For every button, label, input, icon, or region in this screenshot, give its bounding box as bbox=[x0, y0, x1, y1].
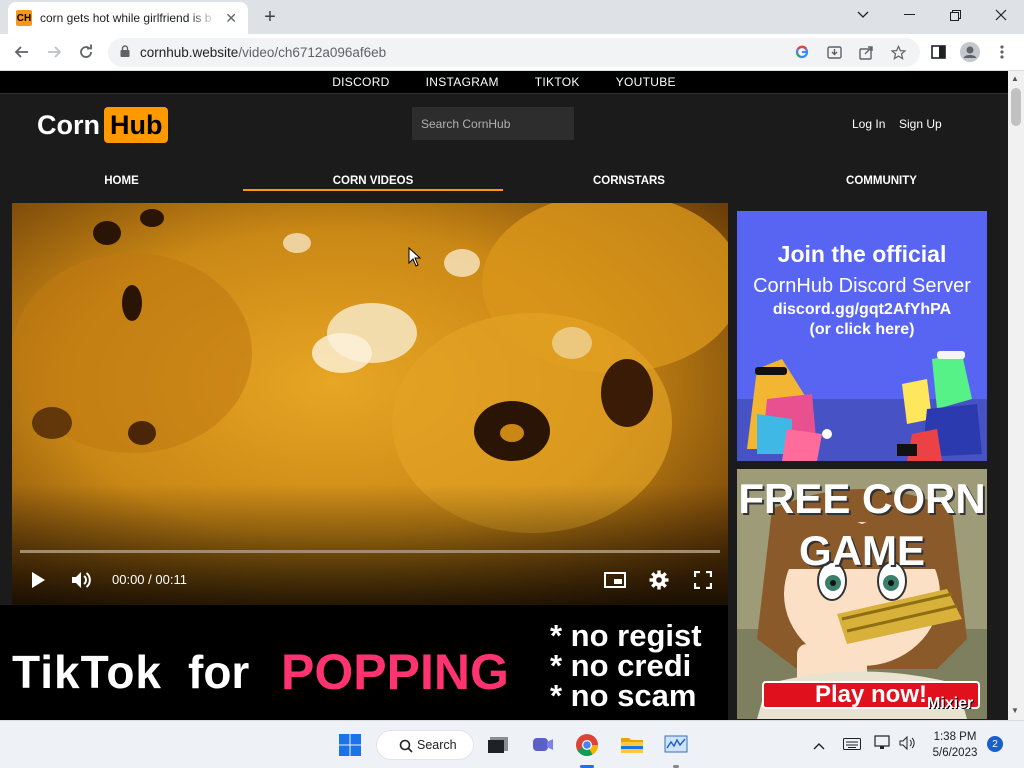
lock-icon[interactable] bbox=[120, 45, 130, 60]
taskbar-clock[interactable]: 1:38 PM 5/6/2023 bbox=[924, 729, 986, 761]
picture-in-picture-icon[interactable] bbox=[602, 569, 628, 591]
chrome-taskbar-icon[interactable] bbox=[571, 729, 603, 768]
url-text: cornhub.website/video/ch6712a096af6eb bbox=[140, 45, 386, 60]
discord-ad[interactable]: Join the official CornHub Discord Server… bbox=[737, 211, 987, 461]
nav-home[interactable]: HOME bbox=[0, 170, 243, 192]
tiktok-link[interactable]: TIKTOK bbox=[535, 75, 580, 89]
site-header: Corn Hub Search CornHub Log In Sign Up H… bbox=[0, 93, 1008, 213]
video-player[interactable]: 00:00 / 00:11 bbox=[12, 203, 728, 605]
chrome-menu-icon[interactable] bbox=[992, 42, 1012, 62]
web-page: DISCORD INSTAGRAM TIKTOK YOUTUBE Corn Hu… bbox=[0, 71, 1008, 720]
banner-tiktok-text: TikTok bbox=[12, 646, 162, 698]
back-arrow-icon[interactable] bbox=[8, 38, 36, 66]
google-icon[interactable] bbox=[792, 42, 812, 62]
ad2-line2: GAME bbox=[799, 527, 925, 574]
ad2-headline: FREE CORN GAME bbox=[737, 473, 987, 577]
url-host: cornhub.website bbox=[140, 45, 239, 60]
fullscreen-icon[interactable] bbox=[691, 569, 715, 591]
taskbar-search-label: Search bbox=[417, 738, 457, 752]
active-nav-underline bbox=[243, 189, 503, 191]
site-favicon: CH bbox=[16, 10, 32, 26]
clock-date: 5/6/2023 bbox=[932, 747, 978, 759]
show-hidden-icons-chevron-icon[interactable] bbox=[813, 737, 829, 753]
file-explorer-icon[interactable] bbox=[616, 729, 648, 761]
instagram-link[interactable]: INSTAGRAM bbox=[426, 75, 499, 89]
banner-bullet: * no regist bbox=[550, 618, 702, 653]
banner-popping-text: POPPING bbox=[281, 644, 509, 700]
minimize-button[interactable] bbox=[886, 0, 932, 30]
scrollbar-thumb[interactable] bbox=[1011, 88, 1021, 126]
settings-gear-icon[interactable] bbox=[647, 568, 671, 592]
ad1-line4: (or click here) bbox=[809, 321, 915, 338]
discord-link[interactable]: DISCORD bbox=[332, 75, 389, 89]
monitor-app-icon[interactable] bbox=[660, 729, 692, 768]
video-time: 00:00 / 00:11 bbox=[112, 572, 187, 587]
discord-characters-illustration bbox=[737, 351, 987, 461]
volume-tray-icon[interactable] bbox=[899, 735, 917, 756]
install-app-icon[interactable] bbox=[824, 42, 844, 62]
nav-cornstars[interactable]: CORNSTARS bbox=[503, 170, 755, 192]
bookmark-star-icon[interactable] bbox=[888, 42, 908, 62]
logo-text-corn: Corn bbox=[37, 109, 100, 140]
restore-button[interactable] bbox=[932, 0, 978, 30]
task-view-icon[interactable] bbox=[482, 729, 514, 761]
login-link[interactable]: Log In bbox=[852, 117, 885, 131]
notification-badge[interactable]: 2 bbox=[987, 736, 1003, 752]
tab-title: corn gets hot while girlfriend is b bbox=[40, 11, 212, 25]
forward-arrow-icon[interactable] bbox=[40, 38, 68, 66]
network-icon[interactable] bbox=[874, 735, 892, 756]
ad2-line1: FREE CORN bbox=[738, 475, 986, 522]
corn-game-ad[interactable]: FREE CORN GAME Play now! Mixier bbox=[737, 469, 987, 719]
site-search-input[interactable]: Search CornHub bbox=[412, 107, 574, 140]
ad1-line2: CornHub Discord Server bbox=[753, 275, 971, 297]
side-panel-icon[interactable] bbox=[928, 42, 948, 62]
banner-for-text: for bbox=[188, 646, 250, 698]
tab-close-icon[interactable]: ✕ bbox=[222, 9, 240, 27]
banner-bullets: * no regist * no credi * no scam bbox=[550, 618, 702, 713]
social-links-bar: DISCORD INSTAGRAM TIKTOK YOUTUBE bbox=[0, 71, 1008, 93]
clock-time: 1:38 PM bbox=[933, 731, 977, 743]
page-scrollbar[interactable] bbox=[1008, 71, 1024, 720]
nav-community[interactable]: COMMUNITY bbox=[755, 170, 1008, 192]
reload-icon[interactable] bbox=[72, 38, 100, 66]
promo-banner[interactable]: TikTok for POPPING * no regist * no cred… bbox=[0, 605, 728, 720]
ad1-line1: Join the official bbox=[777, 241, 947, 267]
banner-bullet: * no scam bbox=[550, 678, 697, 713]
volume-icon[interactable] bbox=[68, 568, 96, 592]
scroll-down-icon[interactable]: ▼ bbox=[1011, 706, 1019, 715]
ad1-line3: discord.gg/gqt2AfYhPA bbox=[772, 301, 952, 318]
teams-chat-icon[interactable] bbox=[527, 729, 559, 761]
url-path: /video/ch6712a096af6eb bbox=[238, 45, 387, 60]
keyboard-icon[interactable] bbox=[843, 737, 861, 755]
signup-link[interactable]: Sign Up bbox=[899, 117, 942, 131]
taskbar-search[interactable]: Search bbox=[376, 730, 474, 760]
profile-avatar-icon[interactable] bbox=[960, 42, 980, 62]
video-frame bbox=[12, 203, 728, 605]
windows-taskbar: Search 1:38 PM 5/6/2023 2 bbox=[0, 720, 1024, 768]
taskbar-search-icon bbox=[399, 739, 413, 753]
browser-toolbar: cornhub.website/video/ch6712a096af6eb bbox=[0, 34, 1024, 71]
share-icon[interactable] bbox=[856, 42, 876, 62]
play-icon[interactable] bbox=[26, 568, 50, 592]
close-window-button[interactable] bbox=[978, 0, 1024, 30]
tab-search-icon[interactable] bbox=[840, 0, 886, 30]
video-progress-bar[interactable] bbox=[20, 550, 720, 553]
windows-start-icon[interactable] bbox=[334, 729, 366, 761]
logo-text-hub: Hub bbox=[104, 107, 169, 143]
scroll-up-icon[interactable]: ▲ bbox=[1011, 74, 1019, 83]
site-logo[interactable]: Corn Hub bbox=[37, 107, 169, 143]
browser-tab[interactable]: CH corn gets hot while girlfriend is b ✕ bbox=[8, 2, 248, 34]
new-tab-button[interactable]: + bbox=[258, 6, 282, 28]
ad2-brand: Mixier bbox=[927, 695, 974, 712]
mouse-cursor-icon bbox=[408, 247, 421, 267]
youtube-link[interactable]: YOUTUBE bbox=[616, 75, 676, 89]
banner-bullet: * no credi bbox=[550, 648, 692, 683]
tab-strip: CH corn gets hot while girlfriend is b ✕… bbox=[0, 0, 1024, 34]
